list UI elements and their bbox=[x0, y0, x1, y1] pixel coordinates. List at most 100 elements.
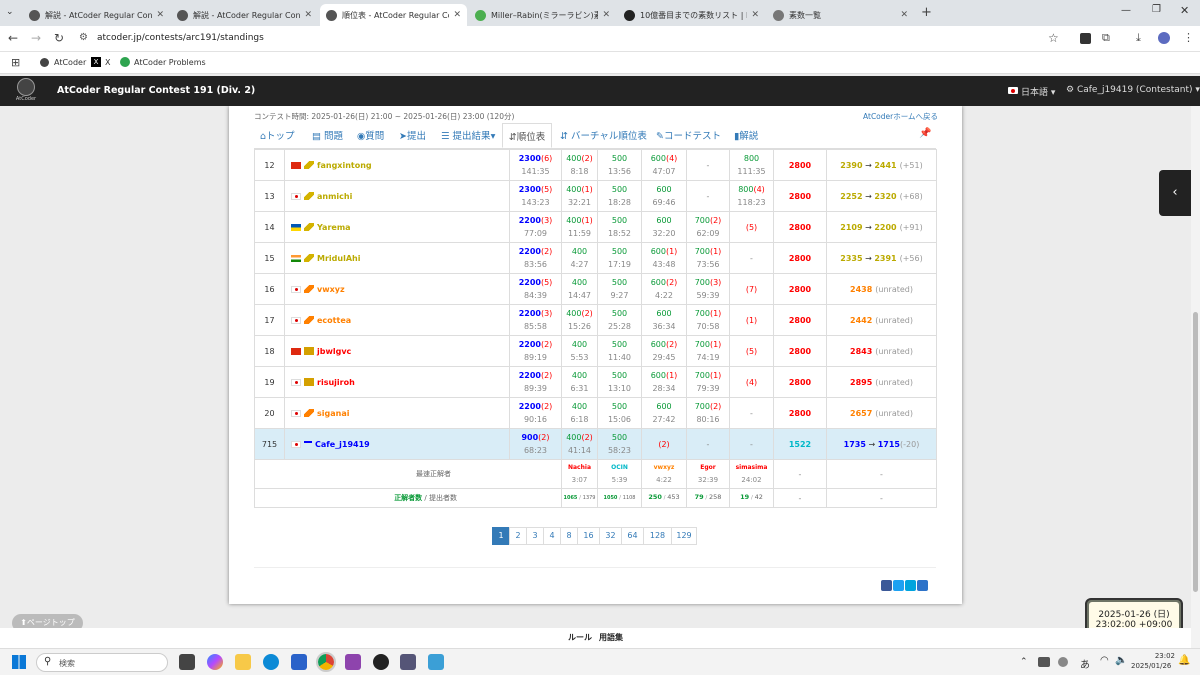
nav-submit[interactable]: ➤提出 bbox=[399, 128, 426, 142]
nav-standings-tab[interactable]: ⇵順位表 bbox=[502, 123, 552, 148]
plus-share-icon[interactable] bbox=[917, 580, 928, 591]
page-link-1[interactable]: 1 bbox=[492, 527, 510, 545]
user-cell[interactable]: jbwlgvc bbox=[284, 335, 510, 367]
taskbar-date[interactable]: 2025/01/26 bbox=[1131, 662, 1171, 670]
tab-close-icon[interactable]: ✕ bbox=[449, 10, 461, 20]
hatena-share-icon[interactable] bbox=[905, 580, 916, 591]
bookmark-star-icon[interactable]: ☆ bbox=[1048, 31, 1059, 45]
page-link-4[interactable]: 4 bbox=[543, 527, 561, 545]
visual-studio-icon[interactable] bbox=[345, 654, 361, 670]
user-name[interactable]: Cafe_j19419 bbox=[315, 440, 370, 449]
minimize-button[interactable]: — bbox=[1121, 5, 1131, 16]
user-cell[interactable]: MridulAhi bbox=[284, 242, 510, 274]
nav-top[interactable]: ⌂トップ bbox=[260, 128, 295, 142]
taskbar-search[interactable]: ⚲ 検索 bbox=[36, 653, 168, 672]
page-link-8[interactable]: 8 bbox=[560, 527, 578, 545]
language-menu[interactable]: 日本語 ▾ bbox=[1021, 85, 1055, 98]
tray-app-icon[interactable] bbox=[1038, 657, 1050, 667]
new-tab-button[interactable]: + bbox=[921, 5, 932, 20]
footer-rules-link[interactable]: ルール bbox=[568, 632, 592, 643]
user-cell[interactable]: siganai bbox=[284, 397, 510, 429]
bookmark-atcoder-problems[interactable]: AtCoder Problems bbox=[134, 58, 206, 67]
extensions-icon[interactable]: ⧉ bbox=[1102, 31, 1110, 45]
calculator-icon[interactable] bbox=[400, 654, 416, 670]
user-name[interactable]: jbwlgvc bbox=[317, 347, 351, 356]
taskbar-time[interactable]: 23:02 bbox=[1145, 652, 1175, 660]
fastest-ac-user[interactable]: simasima bbox=[730, 461, 773, 474]
user-name[interactable]: risujiroh bbox=[317, 378, 355, 387]
file-explorer-icon[interactable] bbox=[235, 654, 251, 670]
atcoder-logo[interactable]: AtCoder bbox=[9, 78, 43, 104]
nav-tasks[interactable]: ▤ 問題 bbox=[312, 128, 343, 142]
volume-icon[interactable]: 🔈 bbox=[1115, 655, 1127, 666]
extension-badge-icon[interactable] bbox=[1080, 33, 1091, 44]
page-link-64[interactable]: 64 bbox=[621, 527, 644, 545]
back-icon[interactable]: ← bbox=[8, 31, 18, 45]
copilot-icon[interactable] bbox=[207, 654, 223, 670]
tray-app2-icon[interactable] bbox=[1058, 657, 1068, 667]
fastest-ac-user[interactable]: OCIN bbox=[598, 461, 641, 474]
task-view-icon[interactable] bbox=[179, 654, 195, 670]
notification-bell-icon[interactable]: 🔔 bbox=[1178, 655, 1190, 666]
fastest-ac-user[interactable]: Egor bbox=[687, 461, 729, 474]
tab-close-icon[interactable]: ✕ bbox=[300, 10, 312, 20]
wifi-icon[interactable]: ◠ bbox=[1100, 655, 1109, 666]
terminal-icon[interactable] bbox=[373, 654, 389, 670]
chrome-icon[interactable] bbox=[316, 652, 336, 672]
page-scrollbar[interactable] bbox=[1191, 106, 1200, 648]
fastest-ac-user[interactable]: Nachia bbox=[562, 461, 597, 474]
profile-icon[interactable] bbox=[1158, 32, 1170, 44]
browser-tab-3[interactable]: 順位表 - AtCoder Regular Contes✕ bbox=[320, 4, 467, 26]
user-cell[interactable]: Cafe_j19419 bbox=[284, 428, 510, 460]
atcoder-home-link[interactable]: AtCoderホームへ戻る bbox=[863, 111, 938, 122]
user-cell[interactable]: Yarema bbox=[284, 211, 510, 243]
nav-editorial[interactable]: ▮解説 bbox=[734, 128, 758, 142]
page-link-16[interactable]: 16 bbox=[577, 527, 600, 545]
reload-icon[interactable]: ↻ bbox=[54, 31, 64, 45]
notepad-icon[interactable] bbox=[428, 654, 444, 670]
bookmark-x[interactable]: X bbox=[105, 58, 110, 67]
nav-custom-test[interactable]: ✎コードテスト bbox=[656, 128, 721, 142]
browser-tab-5[interactable]: 10億番目までの素数リスト | Pytho✕ bbox=[618, 4, 765, 26]
apps-icon[interactable]: ⊞ bbox=[11, 56, 20, 69]
user-cell[interactable]: risujiroh bbox=[284, 366, 510, 398]
store-icon[interactable] bbox=[291, 654, 307, 670]
user-name[interactable]: anmichi bbox=[317, 192, 352, 201]
user-menu[interactable]: ⚙ Cafe_j19419 (Contestant) ▾ bbox=[1066, 85, 1200, 95]
footer-glossary-link[interactable]: 用語集 bbox=[599, 632, 623, 643]
edge-icon[interactable] bbox=[263, 654, 279, 670]
browser-tab-4[interactable]: Miller–Rabin(ミラーラビン)素数判定✕ bbox=[469, 4, 616, 26]
nav-virtual-standings[interactable]: ⇵ バーチャル順位表 bbox=[560, 128, 647, 142]
tab-close-icon[interactable]: ✕ bbox=[152, 10, 164, 20]
user-cell[interactable]: vwxyz bbox=[284, 273, 510, 305]
browser-tab-6[interactable]: 素数一覧 ✕ bbox=[767, 4, 914, 26]
download-icon[interactable]: ⤓ bbox=[1136, 31, 1141, 45]
tray-chevron-icon[interactable]: ⌃ bbox=[1020, 657, 1028, 667]
nav-clarifications[interactable]: ◉質問 bbox=[357, 128, 384, 142]
windows-start-icon[interactable] bbox=[12, 655, 26, 669]
page-link-2[interactable]: 2 bbox=[509, 527, 527, 545]
page-link-32[interactable]: 32 bbox=[599, 527, 622, 545]
bookmark-atcoder[interactable]: AtCoder bbox=[54, 58, 86, 67]
user-cell[interactable]: anmichi bbox=[284, 180, 510, 212]
user-name[interactable]: siganai bbox=[317, 409, 349, 418]
site-info-icon[interactable]: ⚙ bbox=[79, 32, 88, 43]
forward-icon[interactable]: → bbox=[31, 31, 41, 45]
tab-close-icon[interactable]: ✕ bbox=[598, 10, 610, 20]
contest-title[interactable]: AtCoder Regular Contest 191 (Div. 2) bbox=[57, 85, 255, 96]
user-name[interactable]: Yarema bbox=[317, 223, 351, 232]
tab-close-icon[interactable]: ✕ bbox=[896, 10, 908, 20]
ime-indicator[interactable]: あ bbox=[1080, 656, 1090, 671]
close-window-button[interactable]: ✕ bbox=[1180, 4, 1189, 17]
tab-close-icon[interactable]: ✕ bbox=[747, 10, 759, 20]
user-name[interactable]: vwxyz bbox=[317, 285, 345, 294]
browser-tab-1[interactable]: 解説 - AtCoder Regular Contes✕ bbox=[23, 4, 170, 26]
user-cell[interactable]: ecottea bbox=[284, 304, 510, 336]
page-link-128[interactable]: 128 bbox=[643, 527, 672, 545]
twitter-share-icon[interactable] bbox=[893, 580, 904, 591]
url-field[interactable]: atcoder.jp/contests/arc191/standings bbox=[97, 33, 264, 43]
page-link-129[interactable]: 129 bbox=[671, 527, 697, 545]
browser-tab-2[interactable]: 解説 - AtCoder Regular Contes✕ bbox=[171, 4, 318, 26]
tab-list-button[interactable]: ⌄ bbox=[6, 7, 18, 19]
menu-icon[interactable]: ⋮ bbox=[1183, 31, 1194, 44]
